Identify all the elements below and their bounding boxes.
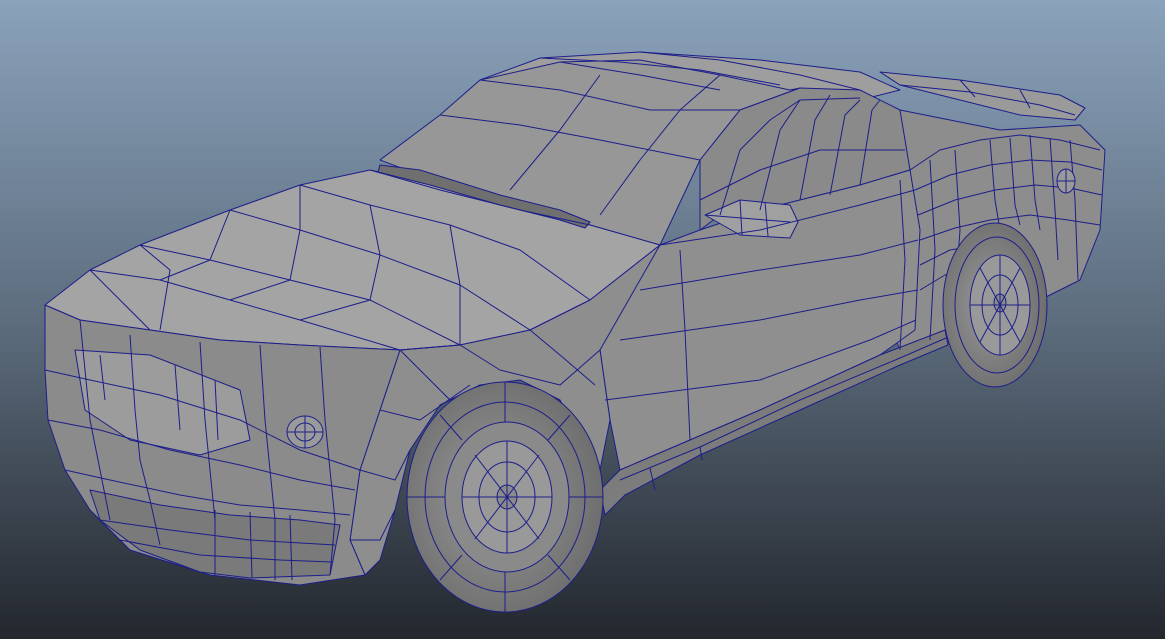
viewport-canvas (0, 0, 1165, 639)
3d-viewport[interactable] (0, 0, 1165, 639)
front-wheel (406, 381, 604, 613)
rear-wheel (942, 222, 1048, 388)
